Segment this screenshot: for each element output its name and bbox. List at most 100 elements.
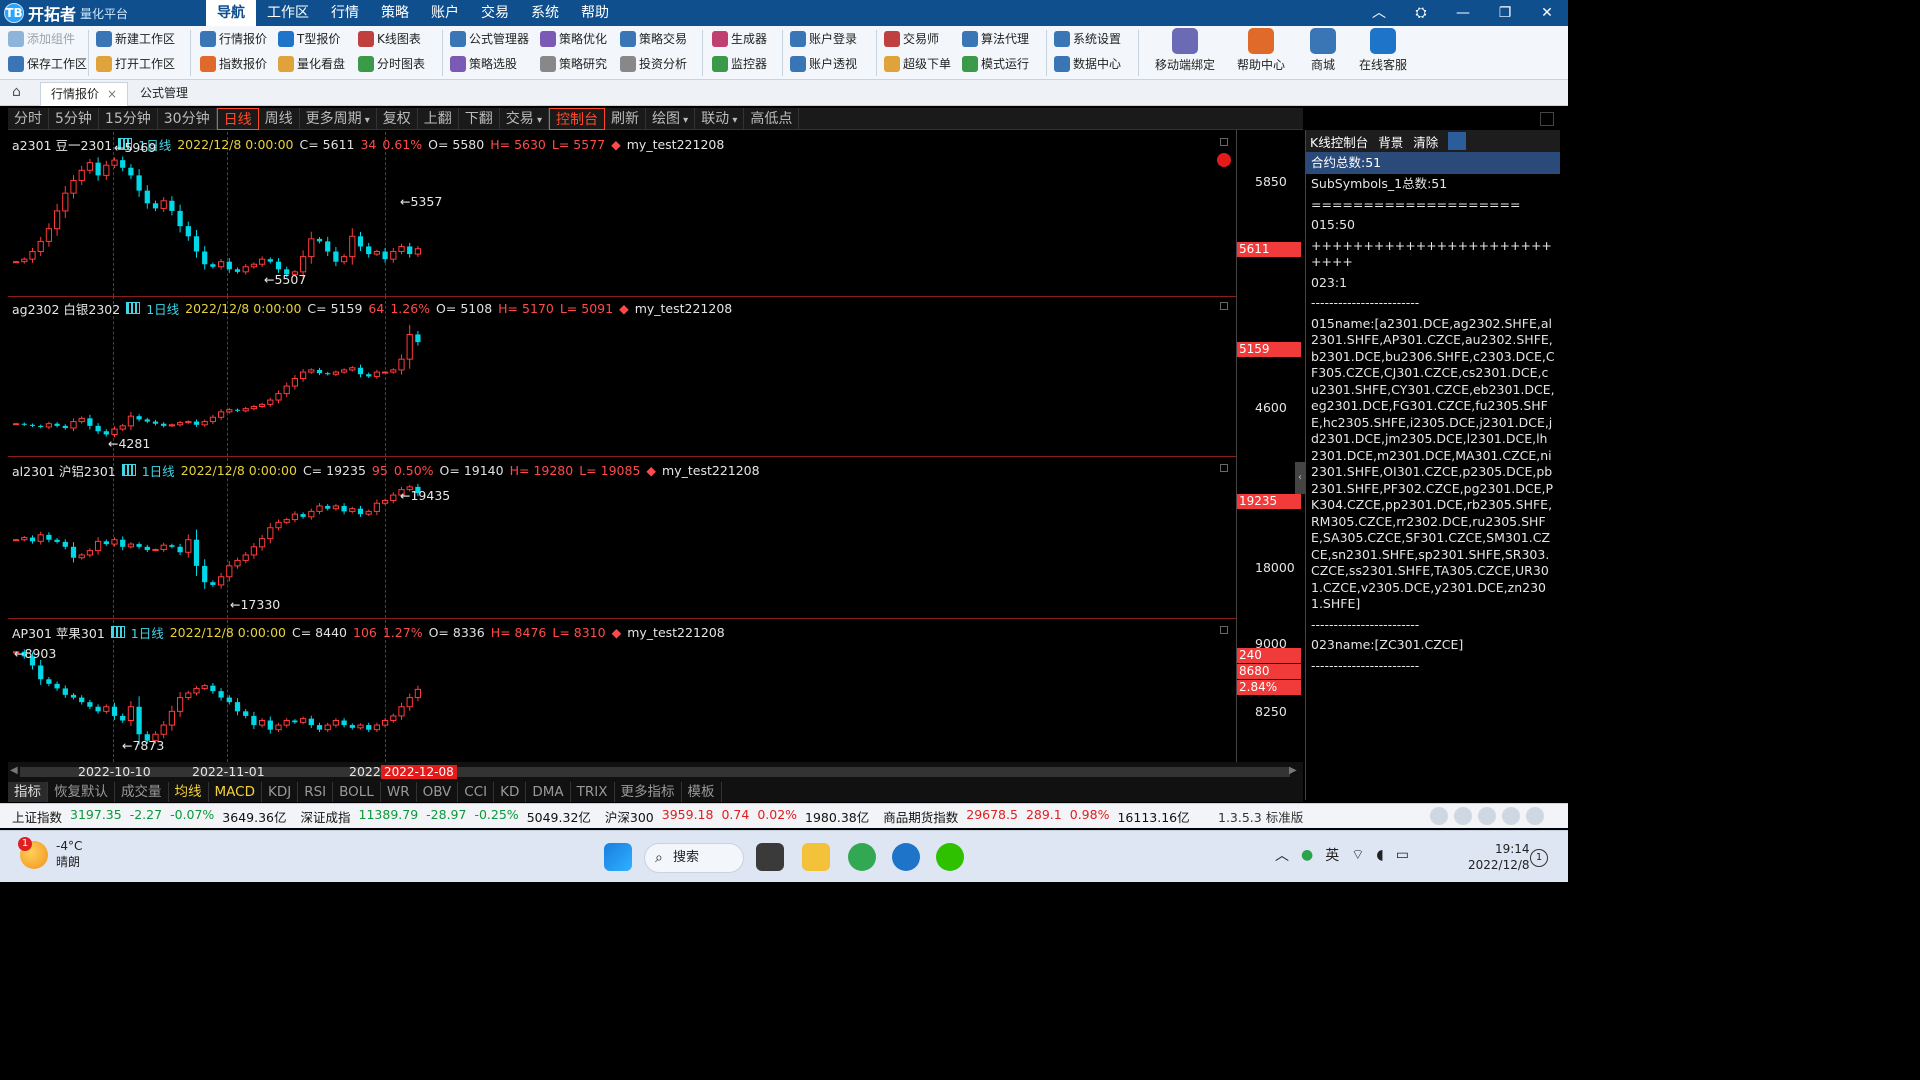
ribbon-button[interactable]: K线图表: [358, 29, 421, 49]
notification-count[interactable]: 1: [1530, 849, 1548, 867]
period-button[interactable]: 高低点: [744, 108, 800, 130]
ribbon-button[interactable]: 监控器: [712, 54, 767, 74]
period-button[interactable]: 复权: [377, 108, 418, 130]
menu-item[interactable]: 交易: [470, 0, 520, 26]
indicator-button[interactable]: 更多指标: [615, 782, 682, 802]
menu-item[interactable]: 账户: [420, 0, 470, 26]
indicator-button[interactable]: RSI: [298, 782, 334, 802]
period-button[interactable]: 交易: [500, 108, 549, 130]
period-button[interactable]: 联动: [695, 108, 745, 130]
close-button[interactable]: ✕: [1526, 0, 1568, 26]
period-button[interactable]: 15分钟: [99, 108, 158, 130]
ribbon-button[interactable]: 策略选股: [450, 54, 517, 74]
ribbon-button[interactable]: 交易师: [884, 29, 939, 49]
period-button[interactable]: 控制台: [548, 108, 605, 130]
clock[interactable]: 19:14 2022/12/8: [1468, 841, 1530, 873]
ribbon-button[interactable]: 投资分析: [620, 54, 687, 74]
period-button[interactable]: 周线: [259, 108, 300, 130]
ribbon-button[interactable]: 打开工作区: [96, 54, 175, 74]
menu-item[interactable]: 行情: [320, 0, 370, 26]
restore-button[interactable]: ❐: [1484, 0, 1526, 26]
ribbon-big-button[interactable]: 移动端绑定: [1150, 28, 1220, 73]
user-add-icon[interactable]: [1478, 807, 1496, 825]
close-icon[interactable]: ×: [107, 87, 117, 101]
collapse-ribbon-button[interactable]: ︿: [1358, 0, 1400, 26]
indicator-button[interactable]: 恢复默认: [48, 782, 115, 802]
ribbon-button[interactable]: 保存工作区: [8, 54, 87, 74]
ribbon-button[interactable]: 算法代理: [962, 29, 1029, 49]
maximize-pane-icon[interactable]: [1540, 112, 1554, 126]
alert-icon[interactable]: [1217, 153, 1231, 167]
scroll-left-icon[interactable]: ◀: [10, 765, 18, 776]
chart-panel[interactable]: al2301 沪铝2301 1日线 2022/12/8 0:00:00 C= 1923…: [8, 458, 1236, 618]
indicator-button[interactable]: KDJ: [262, 782, 299, 802]
ribbon-button[interactable]: 超级下单: [884, 54, 951, 74]
news-icon[interactable]: [1430, 807, 1448, 825]
app-tray-icon[interactable]: ●: [1301, 847, 1313, 863]
battery-icon[interactable]: ▭: [1396, 847, 1409, 863]
ribbon-button[interactable]: 指数报价: [200, 54, 267, 74]
indicator-button[interactable]: DMA: [526, 782, 571, 802]
indicator-button[interactable]: WR: [381, 782, 417, 802]
ime-indicator[interactable]: 英: [1325, 845, 1339, 865]
period-button[interactable]: 下翻: [459, 108, 500, 130]
ribbon-button[interactable]: T型报价: [278, 29, 340, 49]
file-explorer-icon[interactable]: [802, 843, 830, 871]
ribbon-button[interactable]: 生成器: [712, 29, 767, 49]
ribbon-button[interactable]: 数据中心: [1054, 54, 1121, 74]
index-name[interactable]: 沪深300: [605, 807, 654, 826]
panel-maximize-icon[interactable]: [1220, 464, 1228, 472]
indicator-button[interactable]: 均线: [169, 782, 209, 802]
menu-item[interactable]: 导航: [206, 0, 256, 26]
ribbon-button[interactable]: 行情报价: [200, 29, 267, 49]
volume-icon[interactable]: ◖: [1376, 847, 1383, 863]
period-button[interactable]: 30分钟: [158, 108, 217, 130]
console-background-button[interactable]: 背景: [1378, 132, 1403, 151]
period-button[interactable]: 分时: [8, 108, 49, 130]
chart-panel[interactable]: AP301 苹果301 1日线 2022/12/8 0:00:00 C= 8440 10…: [8, 620, 1236, 762]
tab-formula-manager[interactable]: 公式管理: [130, 82, 198, 106]
ribbon-button[interactable]: 分时图表: [358, 54, 425, 74]
color-swatch-icon[interactable]: [1448, 132, 1467, 150]
collapse-console-icon[interactable]: ‹: [1295, 462, 1305, 494]
windows-start-icon[interactable]: [604, 843, 632, 871]
period-button[interactable]: 5分钟: [49, 108, 99, 130]
message-icon[interactable]: [1502, 807, 1520, 825]
period-button[interactable]: 刷新: [605, 108, 646, 130]
ribbon-button[interactable]: 量化看盘: [278, 54, 345, 74]
ribbon-button[interactable]: 公式管理器: [450, 29, 529, 49]
menu-item[interactable]: 工作区: [256, 0, 320, 26]
chart-panel[interactable]: ag2302 白银2302 1日线 2022/12/8 0:00:00 C= 5159…: [8, 194, 1236, 456]
ribbon-big-button[interactable]: 帮助中心: [1226, 28, 1296, 73]
indicator-button[interactable]: KD: [494, 782, 527, 802]
task-view-icon[interactable]: [756, 843, 784, 871]
indicator-button[interactable]: 指标: [8, 782, 48, 802]
ribbon-button[interactable]: 模式运行: [962, 54, 1029, 74]
console-clear-button[interactable]: 清除: [1413, 132, 1438, 151]
chevron-up-icon[interactable]: ︿: [1275, 845, 1289, 865]
ribbon-button[interactable]: 添加组件: [8, 29, 75, 49]
browser-icon[interactable]: [848, 843, 876, 871]
index-name[interactable]: 商品期货指数: [883, 807, 958, 826]
tab-quotes[interactable]: 行情报价 ×: [40, 82, 129, 106]
chat-icon[interactable]: [1526, 807, 1544, 825]
index-name[interactable]: 上证指数: [12, 807, 62, 826]
taskbar-search[interactable]: ⌕ 搜索: [644, 843, 744, 873]
menu-item[interactable]: 帮助: [570, 0, 620, 26]
ribbon-button[interactable]: 策略交易: [620, 29, 687, 49]
kaituozhe-app-icon[interactable]: [892, 843, 920, 871]
index-name[interactable]: 深证成指: [301, 807, 351, 826]
ribbon-button[interactable]: 策略优化: [540, 29, 607, 49]
alarm-icon[interactable]: [1454, 807, 1472, 825]
chart-panel[interactable]: a2301 豆一2301 1日线 2022/12/8 0:00:00 C= 5611 3…: [8, 132, 1236, 296]
minimize-button[interactable]: —: [1442, 0, 1484, 26]
home-icon[interactable]: ⌂: [12, 84, 21, 100]
indicator-button[interactable]: MACD: [209, 782, 262, 802]
menu-item[interactable]: 系统: [520, 0, 570, 26]
ribbon-button[interactable]: 账户透视: [790, 54, 857, 74]
panel-maximize-icon[interactable]: [1220, 302, 1228, 310]
scroll-right-icon[interactable]: ▶: [1289, 765, 1297, 776]
ribbon-button[interactable]: 策略研究: [540, 54, 607, 74]
ribbon-big-button[interactable]: 在线客服: [1348, 28, 1418, 73]
indicator-button[interactable]: OBV: [417, 782, 459, 802]
